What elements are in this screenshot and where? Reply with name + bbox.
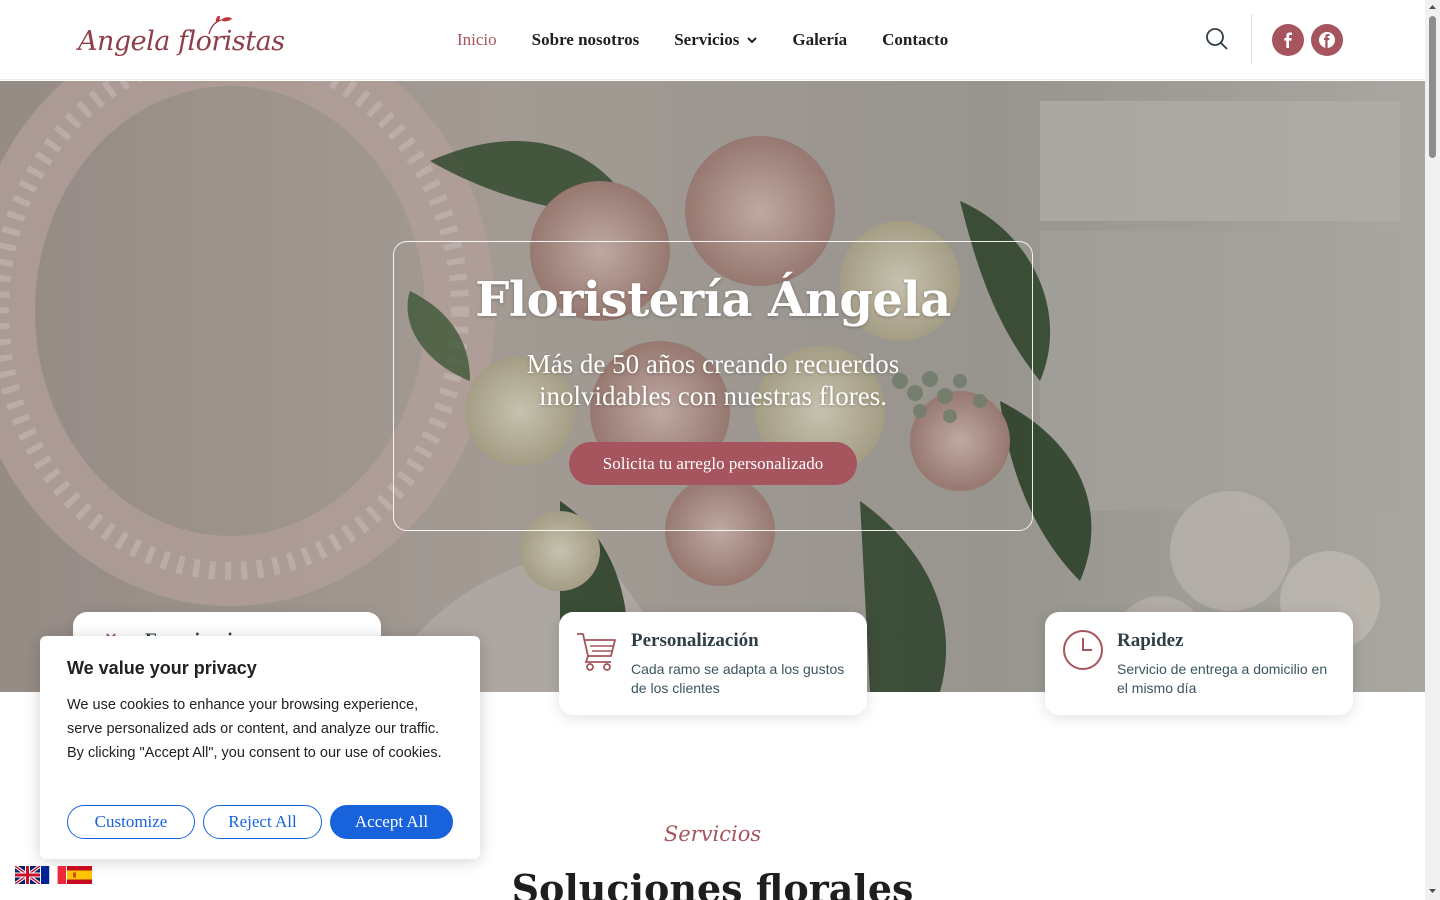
feature-title: Rapidez [1117, 630, 1184, 651]
nav-label: Sobre nosotros [531, 30, 640, 49]
facebook-circle-link[interactable] [1311, 24, 1343, 56]
spain-flag-icon[interactable] [67, 866, 92, 884]
logo-text: Angela floristas [78, 26, 285, 57]
search-icon[interactable] [1204, 26, 1230, 52]
site-logo[interactable]: Angela floristas [78, 16, 285, 62]
feature-card-personalizacion: Personalización Cada ramo se adapta a lo… [559, 612, 867, 715]
nav-label: Servicios [674, 30, 740, 49]
request-arrangement-button[interactable]: Solicita tu arreglo personalizado [568, 442, 858, 485]
facebook-icon [1284, 32, 1292, 48]
feature-card-rapidez: Rapidez Servicio de entrega a domicilio … [1045, 612, 1353, 715]
chevron-down-icon [747, 37, 758, 44]
scroll-up-arrow-icon[interactable] [1428, 3, 1437, 12]
nav-item-galeria[interactable]: Galería [792, 30, 847, 50]
cookie-consent-banner: We value your privacy We use cookies to … [40, 636, 480, 859]
feature-title: Personalización [631, 630, 759, 651]
nav-item-inicio[interactable]: Inicio [457, 30, 497, 50]
facebook-link[interactable] [1272, 24, 1304, 56]
cookie-text: We use cookies to enhance your browsing … [67, 697, 442, 761]
site-header: Angela floristas Inicio Sobre nosotros S… [0, 0, 1425, 80]
reject-all-button[interactable]: Reject All [203, 805, 322, 839]
nav-item-sobre-nosotros[interactable]: Sobre nosotros [532, 30, 640, 50]
hero-title: Floristería Ángela [475, 272, 951, 328]
nav-item-servicios[interactable]: Servicios [674, 30, 758, 50]
accept-all-button[interactable]: Accept All [330, 805, 453, 839]
leaf-icon [208, 16, 232, 35]
customize-button[interactable]: Customize [67, 805, 195, 839]
language-switcher [15, 866, 92, 884]
france-flag-icon[interactable] [41, 866, 66, 884]
hero-section: Floristería Ángela Más de 50 años creand… [0, 81, 1425, 692]
facebook-circle-icon [1319, 32, 1335, 48]
scroll-down-arrow-icon[interactable] [1428, 886, 1437, 895]
feature-description: Servicio de entrega a domicilio en el mi… [1117, 661, 1328, 696]
nav-label: Galería [792, 30, 848, 49]
feature-description: Cada ramo se adapta a los gustos de los … [631, 661, 845, 696]
nav-item-contacto[interactable]: Contacto [882, 30, 948, 50]
nav-label: Contacto [882, 30, 949, 49]
page-scrollbar[interactable] [1425, 0, 1440, 900]
cookie-title: We value your privacy [67, 658, 257, 678]
header-divider [1251, 14, 1252, 64]
nav-label: Inicio [457, 30, 497, 49]
cart-icon [577, 633, 616, 671]
services-title: Soluciones florales [511, 866, 914, 900]
main-nav: Inicio Sobre nosotros Servicios Galería … [457, 30, 948, 50]
hero-subtitle: Más de 50 años creando recuerdos inolvid… [526, 349, 900, 411]
hero-content-box: Floristería Ángela Más de 50 años creand… [393, 241, 1033, 531]
scrollbar-thumb[interactable] [1429, 16, 1436, 158]
uk-flag-icon[interactable] [15, 866, 40, 884]
clock-icon [1063, 630, 1103, 670]
